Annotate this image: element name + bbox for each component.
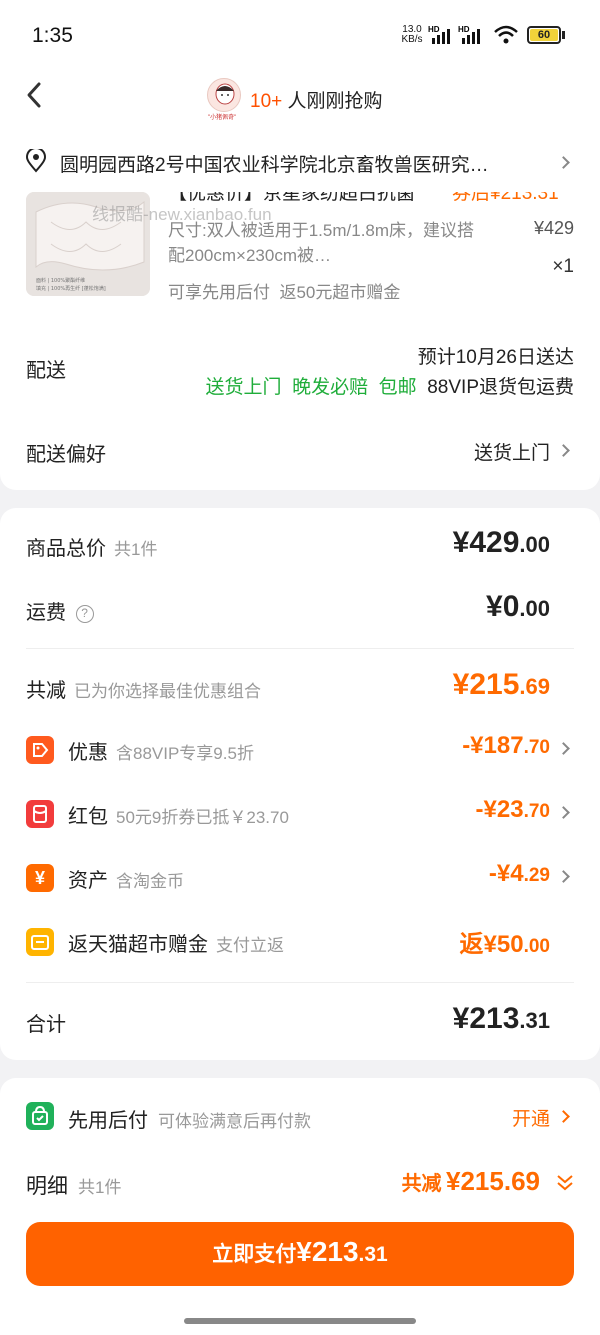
product-row[interactable]: 面料 | 100%聚酯纤维 填充 | 100%再生纤 [蓬松饱满] 【优惠价】京… xyxy=(0,192,600,312)
watermark-text: 线报酷-new.xianbao.fun xyxy=(92,205,272,224)
address-row[interactable]: 圆明园西路2号中国农业科学院北京畜牧兽医研究… xyxy=(0,130,600,190)
svg-text:面料 | 100%聚酯纤维: 面料 | 100%聚酯纤维 xyxy=(36,277,85,284)
battery-tip xyxy=(562,31,565,39)
buyer-avatar xyxy=(207,78,241,112)
delivery-label: 配送 xyxy=(26,360,66,382)
location-pin-icon xyxy=(25,149,47,173)
product-price: ¥429 xyxy=(533,218,574,238)
delivery-pref-value: 送货上门 xyxy=(473,443,550,464)
detail-reduce: 共减 ¥215.69 xyxy=(401,1166,540,1196)
back-button[interactable] xyxy=(22,78,62,118)
chevron-right-icon xyxy=(557,806,570,819)
pay-later-enable[interactable]: 开通 xyxy=(512,1104,550,1131)
reduce-label: 共减 已为你选择最佳优惠组合 xyxy=(26,680,261,702)
discount-row-assets[interactable]: ¥ 资产 含淘金币 -¥4.29 xyxy=(0,858,600,898)
status-bar: 1:35 13.0 KB/s HD HD 60 xyxy=(0,0,600,70)
wallet-icon xyxy=(26,928,54,956)
bag-check-icon xyxy=(26,1102,54,1130)
sum-price: ¥213.31 xyxy=(452,1002,550,1035)
sum-label: 合计 xyxy=(26,1014,66,1036)
product-spec: 尺寸:双人被适用于1.5m/1.8m床，建议搭配200cm×230cm被… xyxy=(168,221,475,265)
delivery-eta: 预计10月26日送达 xyxy=(417,347,574,368)
detail-label: 明细 共1件 xyxy=(26,1175,122,1198)
price-summary-card: 商品总价 共1件 ¥429.00 运费 ? ¥0.00 共减 已为你选择最佳优惠组合… xyxy=(0,508,600,1060)
net-speed: 13.0 KB/s xyxy=(401,24,423,45)
tag-home-delivery: 送货上门 xyxy=(205,377,282,398)
pay-later-label: 先用后付 可体验满意后再付款 xyxy=(68,1110,311,1132)
tag-icon xyxy=(26,736,54,764)
chevron-left-icon xyxy=(27,82,41,108)
home-indicator xyxy=(184,1318,416,1324)
product-qty: ×1 xyxy=(552,256,574,277)
chevron-right-icon xyxy=(557,156,570,169)
help-icon[interactable]: ? xyxy=(75,605,94,623)
delivery-pref-label: 配送偏好 xyxy=(26,444,106,466)
tag-free-shipping: 包邮 xyxy=(378,377,417,398)
svg-text:HD: HD xyxy=(458,25,470,34)
chevron-right-icon xyxy=(557,742,570,755)
signal-icon: HD HD xyxy=(428,25,480,44)
chevron-double-down-icon xyxy=(557,1175,573,1191)
order-card: 圆明园西路2号中国农业科学院北京畜牧兽医研究… 面料 | 100%聚酯纤维 填充… xyxy=(0,130,600,490)
wifi-icon xyxy=(494,25,518,44)
pay-now-label: 立即支付¥213.31 xyxy=(212,1236,388,1267)
checkout-panel: 先用后付 可体验满意后再付款 开通 明细 共1件 共减 ¥215.69 xyxy=(0,1078,600,1335)
address-text: 圆明园西路2号中国农业科学院北京畜牧兽医研究… xyxy=(60,155,489,176)
discount-row-cashback: 返天猫超市赠金 支付立返 返¥50.00 xyxy=(0,922,600,962)
chevron-right-icon xyxy=(557,870,570,883)
total-label: 商品总价 共1件 xyxy=(26,538,158,560)
discount-row-promo[interactable]: 优惠 含88VIP专享9.5折 -¥187.70 xyxy=(0,730,600,770)
reduce-total: ¥215.69 xyxy=(452,668,550,701)
product-price-hint: 券后¥213.31 xyxy=(452,192,559,204)
divider xyxy=(26,648,574,649)
chevron-right-icon xyxy=(557,444,570,457)
svg-text:HD: HD xyxy=(428,25,440,34)
delivery-pref-row[interactable]: 配送偏好 送货上门 xyxy=(0,420,600,480)
detail-row[interactable]: 明细 共1件 共减 ¥215.69 xyxy=(0,1162,600,1208)
chevron-right-icon xyxy=(557,1110,570,1123)
status-time: 1:35 xyxy=(32,24,73,47)
yen-icon: ¥ xyxy=(26,864,54,892)
battery-icon: 60 xyxy=(527,26,561,44)
buyer-count-text: 10+ 人刚刚抢购 xyxy=(250,91,383,112)
divider xyxy=(26,982,574,983)
delivery-tags: 送货上门 晚发必赔 包邮 88VIP退货包运费 xyxy=(206,372,575,399)
tag-late-compensation: 晚发必赔 xyxy=(292,377,369,398)
pay-now-button[interactable]: 立即支付¥213.31 xyxy=(26,1222,574,1286)
total-price: ¥429.00 xyxy=(452,526,550,559)
tag-vip-return: 88VIP退货包运费 xyxy=(427,377,574,398)
discount-row-redpacket[interactable]: 红包 50元9折券已抵￥23.70 -¥23.70 xyxy=(0,794,600,834)
avatar-caption: "小猪佩奇" xyxy=(208,115,237,121)
freight-price: ¥0.00 xyxy=(486,590,550,623)
freight-label: 运费 ? xyxy=(26,596,94,625)
product-services: 可享先用后付 返50元超市赠金 xyxy=(168,283,401,302)
avatar-face-icon xyxy=(215,83,235,105)
svg-text:填充 | 100%再生纤 [蓬松饱满]: 填充 | 100%再生纤 [蓬松饱满] xyxy=(36,285,106,292)
red-packet-icon xyxy=(26,800,54,828)
nav-bar: "小猪佩奇" 10+ 人刚刚抢购 xyxy=(0,70,600,130)
pay-later-row[interactable]: 先用后付 可体验满意后再付款 开通 xyxy=(0,1094,600,1140)
